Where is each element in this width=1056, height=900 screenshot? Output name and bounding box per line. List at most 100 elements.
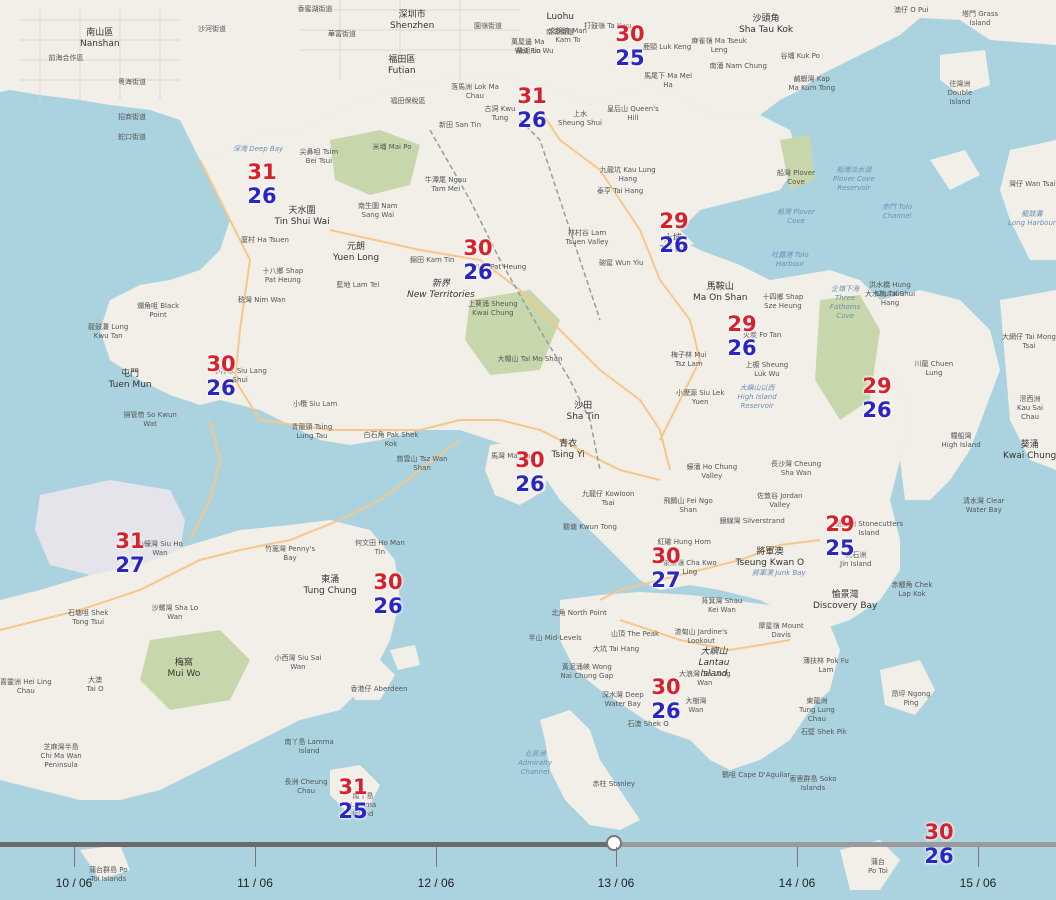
temperature-marker[interactable]: 30 26 (508, 448, 552, 496)
temperature-marker[interactable]: 30 26 (366, 570, 410, 618)
temperature-marker[interactable]: 29 26 (720, 312, 764, 360)
max-temperature: 29 (825, 512, 855, 536)
place-label: Luohu (546, 12, 574, 22)
temperature-marker[interactable]: 29 25 (818, 512, 862, 560)
place-label: 錦田 Kam Tin (410, 256, 455, 264)
temperature-marker[interactable]: 29 26 (855, 374, 899, 422)
place-label: 九龍仔 Kowloon Tsai (582, 490, 635, 507)
timeline-date-label[interactable]: 14 / 06 (762, 876, 832, 890)
place-label: 灣仔 Wan Tsai (1009, 180, 1056, 188)
max-temperature: 29 (727, 312, 757, 336)
min-temperature: 26 (206, 376, 236, 400)
timeline-date-label[interactable]: 15 / 06 (943, 876, 1013, 890)
place-label: 索罟群島 Soko Islands (789, 775, 837, 792)
temperature-marker[interactable]: 31 25 (331, 775, 375, 823)
timeline-slider-handle[interactable] (606, 835, 622, 851)
temperature-marker[interactable]: 31 27 (108, 529, 152, 577)
place-label: 葵涌 Kwai Chung (1003, 440, 1056, 461)
max-temperature: 31 (247, 160, 277, 184)
place-label: 龍鼓灘 Lung Kwu Tan (88, 323, 129, 340)
place-label: 落馬洲 Lok Ma Chau (451, 83, 499, 100)
temperature-marker[interactable]: 31 26 (510, 84, 554, 132)
place-label: 竹篙灣 Penny's Bay (265, 545, 316, 562)
place-label: 鹹蝦灣 Kap Ma Kum Tong (788, 75, 836, 92)
timeline-track-elapsed[interactable] (0, 842, 616, 847)
place-label: 川龍 Chuen Lung (914, 360, 954, 377)
place-label: 銀線灣 Silverstrand (719, 517, 785, 525)
max-temperature: 29 (862, 374, 892, 398)
place-label: 小瀝源 Siu Lek Yuen (676, 389, 725, 406)
min-temperature: 26 (862, 398, 892, 422)
temperature-marker[interactable]: 31 26 (240, 160, 284, 208)
place-label: 慈雲山 Tsz Wan Shan (396, 455, 448, 472)
place-label: 澳仔 O Pui (894, 6, 929, 14)
place-label: 大坑 Tai Hang (593, 645, 640, 653)
place-label: 薄扶林 Pok Fu Lam (803, 657, 849, 674)
place-label: 馬尾下 Ma Mei Ha (644, 72, 693, 89)
place-label: 深灣 Deep Bay (233, 145, 284, 153)
place-label: 愉景灣 Discovery Bay (813, 590, 878, 611)
place-label: 塔門 Grass Island (962, 10, 999, 27)
temperature-marker[interactable]: 30 26 (644, 675, 688, 723)
place-label: 深水灣 Deep Water Bay (602, 691, 644, 708)
place-label: 大水坑 Tai Shui Hang (865, 290, 916, 307)
min-temperature: 26 (517, 108, 547, 132)
timeline-date-label[interactable]: 13 / 06 (581, 876, 651, 890)
place-label: 喜靈洲 Hei Ling Chau (0, 678, 52, 695)
max-temperature: 29 (659, 209, 689, 233)
place-label: 沙頭角 Sha Tau Kok (739, 14, 794, 35)
temperature-marker[interactable]: 30 27 (644, 544, 688, 592)
place-label: 船灣 Plover Cove (777, 169, 816, 186)
timeline-date-label[interactable]: 10 / 06 (39, 876, 109, 890)
place-label: 觀塘 Kwun Tong (563, 523, 617, 531)
temperature-marker[interactable]: 30 26 (456, 236, 500, 284)
timeline-track-remaining[interactable] (616, 842, 1056, 847)
place-label: 新田 San Tin (439, 121, 482, 129)
place-label: 尖鼻咀 Tsim Bei Tsui (299, 148, 339, 165)
place-label: 稔灣 Nim Wan (238, 296, 286, 304)
max-temperature: 30 (615, 22, 645, 46)
place-label: 南山區 Nanshan (80, 28, 120, 49)
place-label: 東涌 Tung Chung (303, 575, 357, 596)
place-label: 泰亨 Tai Hang (597, 187, 644, 195)
place-label: 青龍頭 Tsing Lung Tau (291, 423, 333, 440)
place-label: 馬鞍山 Ma On Shan (693, 282, 748, 303)
place-label: 白石角 Pak Shek Kok (363, 431, 419, 448)
min-temperature: 27 (651, 568, 681, 592)
place-label: 爛角咀 Black Point (137, 302, 180, 319)
place-label: 赤柱 Stanley (592, 780, 636, 788)
place-label: 東龍洲 Tung Lung Chau (799, 697, 835, 723)
place-label: 碗窰 Wun Yiu (599, 259, 644, 267)
place-label: 南丫島 Lamma Island (284, 738, 334, 755)
place-label: 筲箕灣 Shau Kei Wan (701, 597, 743, 614)
min-temperature: 26 (463, 260, 493, 284)
place-label: 藍地 Lam Tei (336, 281, 380, 289)
max-temperature: 30 (463, 236, 493, 260)
place-label: 大嶼山以西 High Island Reservoir (737, 384, 777, 410)
place-label: 上櫥 Sheung Luk Wu (745, 361, 789, 378)
place-label: 滘西洲 Kau Sai Chau (1017, 395, 1044, 421)
place-label: 佐敦谷 Jordan Valley (757, 492, 803, 509)
place-label: 萬屋邊 Ma Wat Pin (511, 38, 545, 55)
temperature-marker[interactable]: 30 25 (608, 22, 652, 70)
place-label: 掃管笏 So Kwun Wat (123, 411, 177, 428)
min-temperature: 25 (615, 46, 645, 70)
place-label: 鶴咀 Cape D'Aguilar (722, 771, 791, 779)
place-label: 蛇口街道 (118, 133, 146, 141)
place-label: 牛潭尾 Ngau Tam Mei (425, 176, 467, 193)
temperature-marker[interactable]: 29 26 (652, 209, 696, 257)
temperature-marker[interactable]: 30 26 (199, 352, 243, 400)
place-label: 皇后山 Queen's Hill (607, 105, 659, 122)
timeline-date-label[interactable]: 12 / 06 (401, 876, 471, 890)
place-label: 大澳 Tai O (86, 676, 104, 693)
max-temperature: 30 (651, 675, 681, 699)
place-label: 石壁 Shek Pik (801, 728, 847, 736)
place-label: 船灣淡水湖 Plover Cove Reservoir (833, 166, 875, 192)
timeline-date-label[interactable]: 11 / 06 (220, 876, 290, 890)
place-label: 大帽山 Tai Mo Shan (497, 355, 563, 363)
max-temperature: 30 (651, 544, 681, 568)
place-label: 飛鵝山 Fei Ngo Shan (663, 497, 713, 514)
min-temperature: 26 (659, 233, 689, 257)
map-canvas[interactable]: 南山區 Nanshan 深圳市 Shenzhen 福田區 Futian Luohu 沙頭… (0, 0, 1056, 900)
date-timeline[interactable]: 10 / 06 11 / 06 12 / 06 13 / 06 14 / 06 15 / … (0, 835, 1056, 900)
